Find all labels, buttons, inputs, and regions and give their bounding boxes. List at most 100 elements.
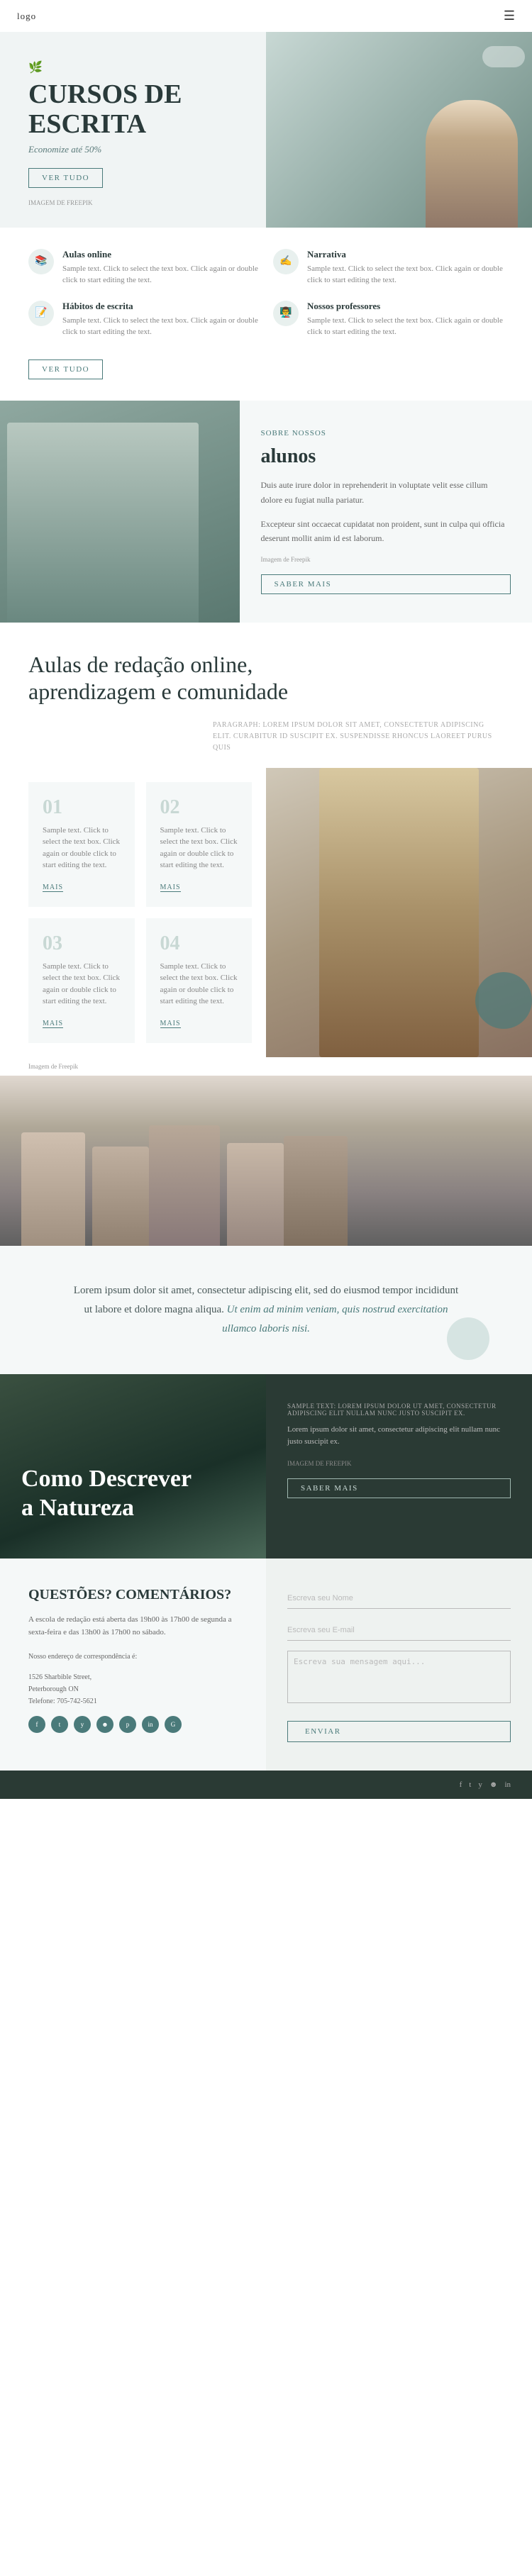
natureza-caption: IMAGEM DE FREEPIK [287,1460,511,1467]
hero-image [266,32,532,228]
sobre-button[interactable]: Saber mais [261,574,511,594]
leaf-icon: 🌿 [28,60,245,74]
card-1-link[interactable]: MAIS [43,883,63,892]
feature-professores-content: Nossos professores Sample text. Click to… [307,301,504,338]
name-field[interactable] [287,1587,511,1609]
natureza-button[interactable]: SABER MAIS [287,1478,511,1498]
ver-tudo-button[interactable]: VER TUDO [28,359,103,379]
feature-professores-title: Nossos professores [307,301,504,312]
feature-online: 📚 Aulas online Sample text. Click to sel… [28,249,259,286]
footer: f t y ☻ in [0,1771,532,1799]
google-icon[interactable]: G [165,1716,182,1733]
linkedin-icon[interactable]: in [142,1716,159,1733]
pinterest-icon[interactable]: p [119,1716,136,1733]
aulas-paragraph: PARAGRAPH: LOREM IPSUM DOLOR SIT AMET, C… [213,720,504,754]
contact-form: ENVIAR [266,1559,532,1771]
sobre-image [0,401,240,623]
card-2: 02 Sample text. Click to select the text… [146,782,253,907]
aulas-title: Aulas de redação online, aprendizagem e … [28,651,504,706]
card-3-num: 03 [43,932,121,955]
questoes-address: 1526 Sharbible Street, Peterborough ON T… [28,1671,245,1707]
ver-tudo-wrapper: VER TUDO [0,359,532,394]
card-4-link[interactable]: MAIS [160,1020,181,1028]
email-field[interactable] [287,1619,511,1641]
sobre-caption: Imagem de Freepik [261,556,511,563]
cards-grid: 01 Sample text. Click to select the text… [0,768,266,1057]
logo: logo [17,11,36,22]
sobre-text1: Duis aute irure dolor in reprehenderit i… [261,478,511,507]
feature-online-content: Aulas online Sample text. Click to selec… [62,249,259,286]
footer-youtube-icon[interactable]: y [478,1780,482,1789]
footer-twitter-icon[interactable]: t [469,1780,471,1789]
group-photo [0,1076,532,1246]
card-2-num: 02 [160,796,238,819]
cards-section: 01 Sample text. Click to select the text… [0,768,532,1057]
hero-title: CURSOS DE ESCRITA [28,80,245,140]
hero-left: 🌿 CURSOS DE ESCRITA Economize até 50% VE… [0,32,266,228]
feature-professores-text: Sample text. Click to select the text bo… [307,315,504,338]
smiley-icon[interactable]: ☻ [96,1716,113,1733]
card-4-num: 04 [160,932,238,955]
natureza-sample-label: SAMPLE TEXT: LOREM IPSUM DOLOR UT AMET, … [287,1403,511,1417]
card-1-text: Sample text. Click to select the text bo… [43,825,121,871]
habitos-icon: 📝 [28,301,54,326]
card-2-link[interactable]: MAIS [160,883,181,892]
online-icon: 📚 [28,249,54,274]
submit-button[interactable]: ENVIAR [287,1721,511,1742]
natureza-left: Como Descrever a Natureza [0,1374,266,1559]
feature-habitos-title: Hábitos de escrita [62,301,259,312]
lorem-text: Lorem ipsum dolor sit amet, consectetur … [71,1281,461,1339]
features-section: 📚 Aulas online Sample text. Click to sel… [0,228,532,359]
footer-facebook-icon[interactable]: f [460,1780,462,1789]
feature-narrativa-text: Sample text. Click to select the text bo… [307,263,504,286]
cards-caption: Imagem de Freepik [0,1057,532,1076]
feature-habitos-text: Sample text. Click to select the text bo… [62,315,259,338]
sobre-text2: Excepteur sint occaecat cupidatat non pr… [261,517,511,546]
card-3: 03 Sample text. Click to select the text… [28,918,135,1043]
narrativa-icon: ✍️ [273,249,299,274]
questoes-left: QUESTÕES? COMENTÁRIOS? A escola de redaç… [0,1559,266,1771]
natureza-section: Como Descrever a Natureza SAMPLE TEXT: L… [0,1374,532,1559]
questoes-address-label: Nosso endereço de correspondência é: [28,1651,245,1663]
aulas-paragraph-wrapper: PARAGRAPH: LOREM IPSUM DOLOR SIT AMET, C… [0,720,532,768]
hero-subtitle: Economize até 50% [28,144,245,155]
questoes-section: QUESTÕES? COMENTÁRIOS? A escola de redaç… [0,1559,532,1771]
sobre-section: Sobre nossos alunos Duis aute irure dolo… [0,401,532,623]
hero-image-caption: IMAGEM DE FREEPIK [28,199,245,206]
card-1-num: 01 [43,796,121,819]
card-2-text: Sample text. Click to select the text bo… [160,825,238,871]
sobre-content: Sobre nossos alunos Duis aute irure dolo… [240,401,532,623]
social-icons: f t y ☻ p in G [28,1716,245,1733]
feature-narrativa-title: Narrativa [307,249,504,260]
natureza-right: SAMPLE TEXT: LOREM IPSUM DOLOR UT AMET, … [266,1374,532,1559]
feature-professores: 👨‍🏫 Nossos professores Sample text. Clic… [273,301,504,338]
sobre-title: alunos [261,445,511,469]
twitter-icon[interactable]: t [51,1716,68,1733]
feature-narrativa-content: Narrativa Sample text. Click to select t… [307,249,504,286]
card-3-link[interactable]: MAIS [43,1020,63,1028]
feature-narrativa: ✍️ Narrativa Sample text. Click to selec… [273,249,504,286]
sobre-top-label: Sobre nossos [261,429,511,437]
card-3-text: Sample text. Click to select the text bo… [43,961,121,1008]
professores-icon: 👨‍🏫 [273,301,299,326]
feature-online-title: Aulas online [62,249,259,260]
header: logo ☰ [0,0,532,32]
hamburger-menu[interactable]: ☰ [504,9,515,23]
questoes-text: A escola de redação está aberta das 19h0… [28,1613,245,1639]
footer-linkedin-icon[interactable]: in [504,1780,511,1789]
footer-social-icon[interactable]: ☻ [489,1780,498,1789]
questoes-title: QUESTÕES? COMENTÁRIOS? [28,1587,245,1603]
message-field[interactable] [287,1651,511,1703]
card-4: 04 Sample text. Click to select the text… [146,918,253,1043]
lorem-section: Lorem ipsum dolor sit amet, consectetur … [0,1246,532,1374]
feature-habitos-content: Hábitos de escrita Sample text. Click to… [62,301,259,338]
facebook-icon[interactable]: f [28,1716,45,1733]
card-4-text: Sample text. Click to select the text bo… [160,961,238,1008]
natureza-body: Lorem ipsum dolor sit amet, consectetur … [287,1424,511,1449]
feature-habitos: 📝 Hábitos de escrita Sample text. Click … [28,301,259,338]
hero-cta-button[interactable]: VER TUDO [28,168,103,188]
youtube-icon[interactable]: y [74,1716,91,1733]
natureza-title: Como Descrever a Natureza [21,1465,245,1523]
card-1: 01 Sample text. Click to select the text… [28,782,135,907]
cards-image [266,768,532,1057]
